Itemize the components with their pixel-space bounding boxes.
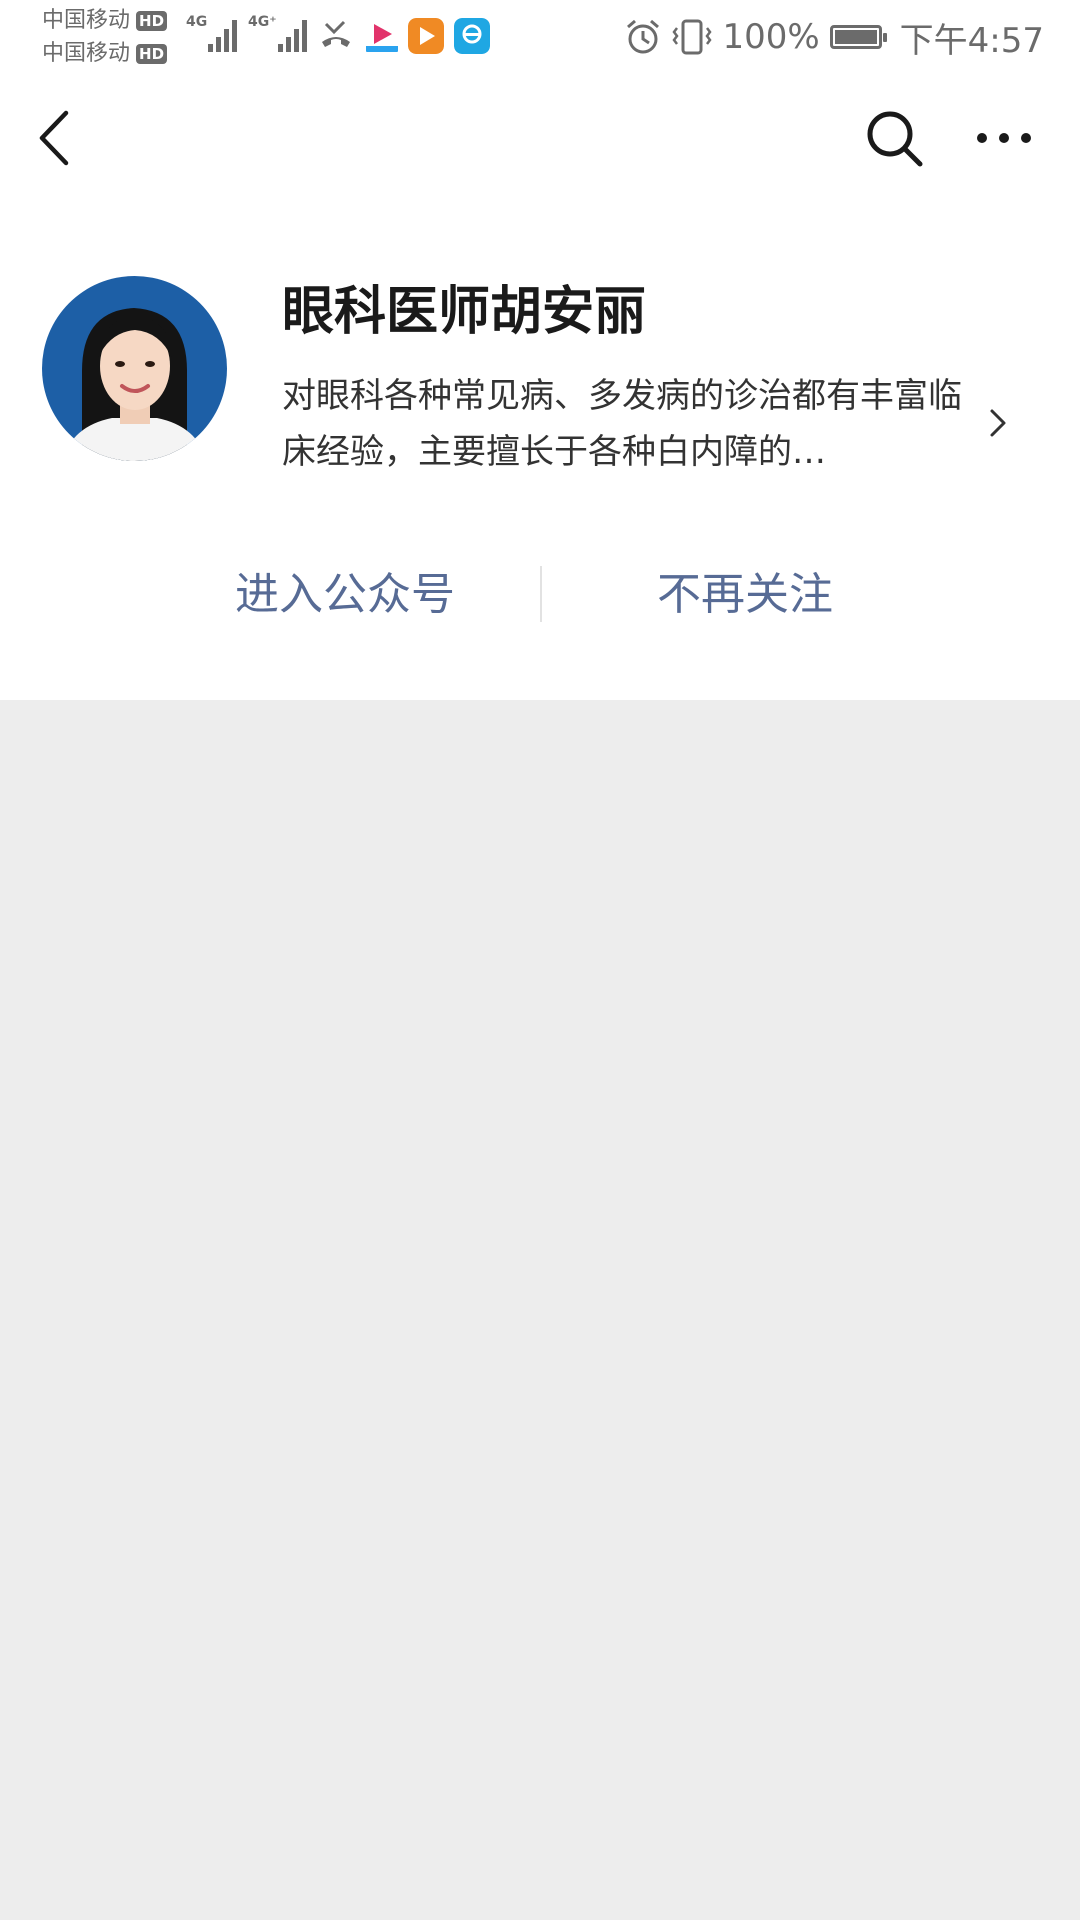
status-bar: 中国移动 HD 中国移动 HD 4G 4G⁺ 100% 下午4:57	[0, 0, 1080, 78]
search-icon[interactable]	[864, 108, 926, 170]
back-chevron-icon[interactable]	[30, 105, 80, 171]
youku-icon	[366, 24, 398, 52]
profile-card: 中国移动 HD 中国移动 HD 4G 4G⁺ 100% 下午4:57 眼科医师胡…	[0, 0, 1080, 700]
browser-app-icon	[454, 18, 490, 54]
carrier-1-label: 中国移动	[42, 8, 131, 33]
video-app-icon	[408, 18, 444, 54]
hd-badge: HD	[136, 44, 168, 64]
missed-call-icon	[322, 20, 350, 47]
signal-1-icon: 4G	[186, 14, 242, 54]
enter-account-button[interactable]: 进入公众号	[180, 555, 510, 635]
vibrate-icon	[672, 19, 712, 55]
battery-icon	[829, 25, 887, 49]
battery-percent: 100%	[722, 17, 820, 57]
status-right: 100% 下午4:57	[624, 12, 1044, 62]
signal-2-icon: 4G⁺	[248, 14, 312, 54]
unfollow-button[interactable]: 不再关注	[580, 555, 910, 635]
action-divider	[540, 566, 542, 622]
account-name: 眼科医师胡安丽	[282, 282, 647, 342]
avatar[interactable]	[42, 276, 227, 461]
account-description[interactable]: 对眼科各种常见病、多发病的诊治都有丰富临床经验，主要擅长于各种白内障的…	[282, 368, 972, 480]
hd-badge: HD	[136, 11, 168, 31]
clock: 下午4:57	[899, 20, 1044, 61]
alarm-icon	[627, 19, 660, 54]
chevron-right-icon[interactable]	[985, 405, 1011, 441]
more-dots-icon[interactable]	[976, 120, 1032, 156]
carrier-1: 中国移动 HD	[42, 8, 168, 34]
avatar-photo	[42, 276, 227, 461]
carrier-2: 中国移动 HD	[42, 41, 168, 67]
carrier-2-label: 中国移动	[42, 41, 131, 66]
